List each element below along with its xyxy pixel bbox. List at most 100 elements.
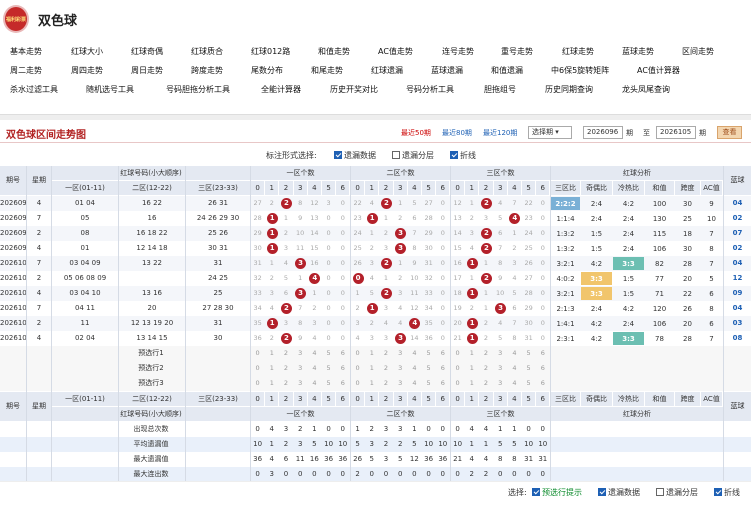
nav-link[interactable]: 红球012路 — [251, 46, 290, 57]
nav-link[interactable]: 尾数分布 — [251, 65, 283, 76]
nav-link[interactable]: 周二走势 — [10, 65, 42, 76]
nav-link[interactable]: 周日走势 — [131, 65, 163, 76]
nav-link[interactable]: 和值遗漏 — [491, 65, 523, 76]
option-omission-data-bottom[interactable]: 遗漏数据 — [598, 487, 640, 498]
nav-link[interactable]: AC值走势 — [378, 46, 413, 57]
column-divider — [350, 166, 351, 482]
nav-link[interactable]: 周四走势 — [71, 65, 103, 76]
nav-link[interactable]: 基本走势 — [10, 46, 42, 57]
nav-link[interactable]: 号码胆拖分析工具 — [166, 84, 230, 95]
preselect-digit: 6 — [340, 349, 345, 357]
zone-header-2-bottom: 二区(12-22) — [119, 392, 185, 406]
nav-link[interactable]: 胆拖组号 — [484, 84, 516, 95]
omission-cell: 1 — [398, 199, 403, 207]
checkbox-icon[interactable] — [714, 488, 722, 496]
stats-cell: 31 — [538, 455, 548, 463]
nav-link[interactable]: 红球质合 — [191, 46, 223, 57]
zone-header-3-bottom: 三区(23-33) — [186, 392, 250, 406]
stats-cell: 4 — [469, 425, 475, 433]
analysis-cell: 2:4 — [590, 200, 603, 208]
bottom-options: 选择: 预选行提示 遗漏数据 遗漏分层 折线 — [0, 481, 751, 503]
nav-link[interactable]: 和值走势 — [318, 46, 350, 57]
nav-link[interactable]: AC值计算器 — [637, 65, 680, 76]
digit-header: 6 — [336, 181, 350, 195]
lottery-logo[interactable]: 福利彩票 — [3, 5, 29, 33]
nav-link[interactable]: 历史同期查询 — [545, 84, 593, 95]
nav-link[interactable]: 蓝球遗漏 — [431, 65, 463, 76]
stats-cell: 2 — [369, 425, 375, 433]
period-cell: 2026104 — [0, 319, 26, 327]
count-header-1: 一区个数 — [251, 166, 350, 180]
option-omission-data[interactable]: 遗漏数据 — [334, 150, 376, 161]
nav-link[interactable]: 连号走势 — [442, 46, 474, 57]
checkbox-icon[interactable] — [334, 151, 342, 159]
nav-link[interactable]: 红球走势 — [562, 46, 594, 57]
nav-link[interactable]: 红球遗漏 — [371, 65, 403, 76]
omission-cell: 0 — [326, 334, 331, 342]
nav-link[interactable]: 全能计算器 — [261, 84, 301, 95]
omission-cell: 0 — [440, 304, 445, 312]
analysis-cell: 71 — [655, 290, 664, 298]
nav-link[interactable]: 跨度走势 — [191, 65, 223, 76]
omission-cell: 30 — [524, 319, 533, 327]
nav-link[interactable]: 区间走势 — [682, 46, 714, 57]
omission-cell: 0 — [326, 274, 331, 282]
checkbox-icon[interactable] — [532, 488, 540, 496]
analysis-cell: 2:4 — [590, 215, 603, 223]
zone3-cell: 27 28 30 — [202, 304, 234, 312]
nav-link[interactable]: 中6保5旋转矩阵 — [551, 65, 609, 76]
query-button[interactable]: 查看 — [717, 126, 742, 139]
to-period-input[interactable]: 2026105 — [656, 126, 696, 139]
nav-link[interactable]: 随机选号工具 — [86, 84, 134, 95]
nav-link[interactable]: 重号走势 — [501, 46, 533, 57]
nav-link[interactable]: 号码分析工具 — [406, 84, 454, 95]
analysis-cell: 26 — [683, 305, 692, 313]
nav-link[interactable]: 红球奇偶 — [131, 46, 163, 57]
omission-cell: 7 — [498, 244, 503, 252]
preselect-digit: 5 — [326, 349, 331, 357]
period-select[interactable]: 选择期 ▾ — [528, 126, 572, 139]
column-divider — [26, 166, 27, 482]
nav-link[interactable]: 杀水过滤工具 — [10, 84, 58, 95]
nav-link[interactable]: 红球大小 — [71, 46, 103, 57]
from-period-input[interactable]: 2026096 — [583, 126, 623, 139]
chart-title: 双色球区间走势图 — [6, 130, 86, 141]
option-polyline[interactable]: 折线 — [450, 150, 476, 161]
checkbox-icon[interactable] — [598, 488, 606, 496]
digit-header-bottom: 4 — [407, 392, 421, 406]
option-omission-layer[interactable]: 遗漏分层 — [392, 150, 434, 161]
omission-cell: 2 — [312, 304, 317, 312]
checkbox-icon[interactable] — [656, 488, 664, 496]
option-polyline-bottom[interactable]: 折线 — [714, 487, 740, 498]
col-header-period-bottom: 期号 — [0, 392, 26, 421]
digit-header: 3 — [493, 181, 507, 195]
omission-cell: 3 — [383, 334, 389, 342]
range-link-80[interactable]: 最近80期 — [442, 128, 472, 138]
analysis-cell: 1:5 — [590, 245, 603, 253]
analysis-cell: 20 — [683, 275, 692, 283]
omission-cell: 5 — [369, 289, 374, 297]
omission-cell: 5 — [498, 214, 503, 222]
omission-cell: 8 — [512, 334, 517, 342]
omission-cell: 12 — [310, 199, 319, 207]
checkbox-icon[interactable] — [392, 151, 400, 159]
range-link-120[interactable]: 最近120期 — [483, 128, 517, 138]
nav-link[interactable]: 龙头凤尾查询 — [622, 84, 670, 95]
nav-link[interactable]: 蓝球走势 — [622, 46, 654, 57]
nav-link[interactable]: 和尾走势 — [311, 65, 343, 76]
omission-cell: 0 — [440, 274, 445, 282]
nav-link[interactable]: 历史开奖对比 — [330, 84, 378, 95]
range-link-50[interactable]: 最近50期 — [401, 128, 431, 138]
option-preselect-hint[interactable]: 预选行提示 — [532, 487, 582, 498]
omission-cell: 4 — [398, 319, 403, 327]
preselect-digit: 6 — [540, 364, 545, 372]
stats-cell: 0 — [326, 425, 331, 433]
checkbox-icon[interactable] — [450, 151, 458, 159]
option-omission-layer-bottom[interactable]: 遗漏分层 — [656, 487, 698, 498]
zone2-cell: 12 13 19 20 — [130, 319, 174, 327]
stats-cell: 3 — [383, 425, 389, 433]
omission-cell: 0 — [326, 304, 331, 312]
omission-cell: 17 — [453, 274, 462, 282]
omission-cell: 2 — [512, 244, 517, 252]
omission-cell: 32 — [253, 274, 262, 282]
